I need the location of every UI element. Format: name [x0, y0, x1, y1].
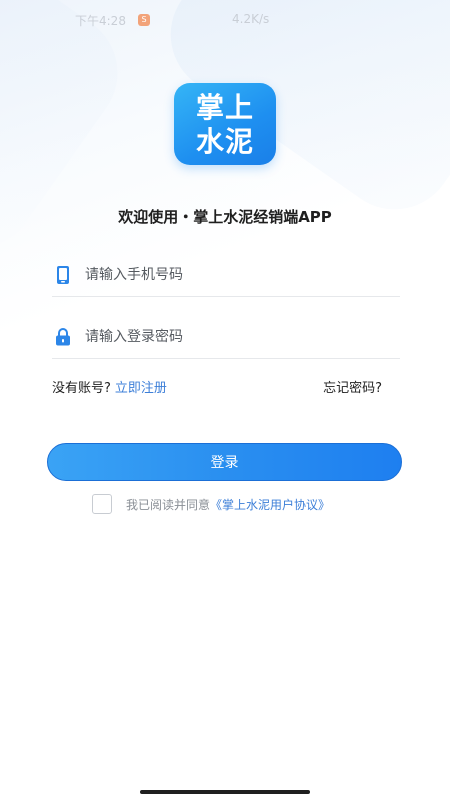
phone-field [52, 256, 400, 297]
logo-line-1: 掌上 [195, 91, 254, 124]
notification-badge-icon: S [138, 14, 150, 26]
user-agreement-link[interactable]: 《掌上水泥用户协议》 [210, 498, 330, 512]
password-field [52, 318, 400, 359]
forgot-password-link[interactable]: 忘记密码? [323, 377, 382, 396]
agreement-text: 我已阅读并同意《掌上水泥用户协议》 [126, 496, 330, 513]
phone-input[interactable] [85, 262, 385, 288]
lock-icon [54, 327, 72, 347]
logo-line-2: 水泥 [195, 125, 254, 158]
background-shape-left [0, 0, 142, 272]
agreement-checkbox[interactable] [92, 494, 112, 514]
home-indicator[interactable] [140, 790, 310, 794]
app-logo: 掌上 水泥 [174, 83, 276, 165]
agreement-prefix: 我已阅读并同意 [126, 498, 211, 512]
status-time: 下午4:28 [75, 14, 126, 28]
phone-icon [54, 265, 72, 285]
login-button[interactable]: 登录 [47, 443, 402, 481]
no-account-text: 没有账号? [52, 381, 111, 396]
status-bar: 下午4:28 S 4.2K/s [0, 12, 450, 30]
network-speed: 4.2K/s [232, 12, 270, 26]
account-links: 没有账号? 立即注册 忘记密码? [52, 377, 382, 396]
password-input[interactable] [85, 324, 385, 350]
welcome-title: 欢迎使用・掌上水泥经销端APP [118, 208, 332, 226]
register-link[interactable]: 立即注册 [115, 381, 167, 396]
